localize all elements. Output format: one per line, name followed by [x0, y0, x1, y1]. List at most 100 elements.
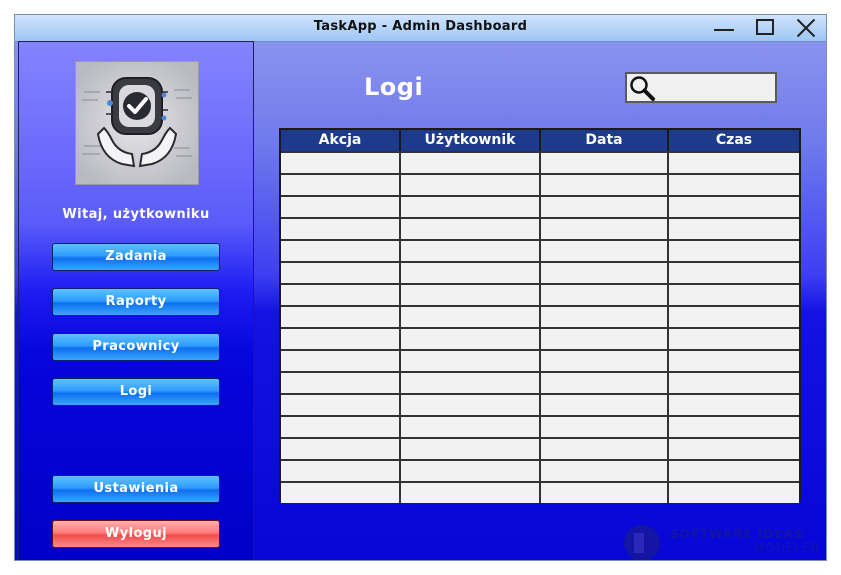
table-cell[interactable]	[281, 263, 401, 283]
table-cell[interactable]	[281, 197, 401, 217]
column-header[interactable]: Czas	[669, 130, 799, 151]
watermark-text: MODELER	[754, 541, 821, 555]
table-cell[interactable]	[541, 439, 669, 459]
table-cell[interactable]	[281, 351, 401, 371]
table-cell[interactable]	[669, 417, 799, 437]
table-cell[interactable]	[669, 285, 799, 305]
table-row[interactable]	[281, 151, 799, 173]
table-cell[interactable]	[401, 153, 541, 173]
table-cell[interactable]	[281, 285, 401, 305]
table-row[interactable]	[281, 195, 799, 217]
table-cell[interactable]	[541, 373, 669, 393]
table-cell[interactable]	[401, 219, 541, 239]
nav-logs-button[interactable]: Logi	[52, 378, 220, 406]
table-cell[interactable]	[669, 439, 799, 459]
table-cell[interactable]	[541, 461, 669, 481]
table-cell[interactable]	[281, 153, 401, 173]
app-logo	[75, 61, 199, 185]
sidebar: Witaj, użytkowniku Zadania Raporty Praco…	[18, 41, 254, 560]
table-cell[interactable]	[541, 395, 669, 415]
table-row[interactable]	[281, 481, 799, 503]
table-cell[interactable]	[541, 483, 669, 503]
search-input[interactable]	[625, 72, 777, 103]
table-cell[interactable]	[401, 351, 541, 371]
table-cell[interactable]	[541, 329, 669, 349]
table-cell[interactable]	[541, 285, 669, 305]
table-cell[interactable]	[669, 483, 799, 503]
table-cell[interactable]	[669, 461, 799, 481]
table-row[interactable]	[281, 217, 799, 239]
table-cell[interactable]	[401, 417, 541, 437]
table-cell[interactable]	[669, 263, 799, 283]
table-cell[interactable]	[401, 329, 541, 349]
table-header: Akcja Użytkownik Data Czas	[281, 130, 799, 151]
table-cell[interactable]	[541, 241, 669, 261]
table-row[interactable]	[281, 327, 799, 349]
table-cell[interactable]	[281, 329, 401, 349]
table-cell[interactable]	[401, 263, 541, 283]
maximize-button[interactable]	[753, 17, 779, 39]
table-cell[interactable]	[401, 461, 541, 481]
table-row[interactable]	[281, 349, 799, 371]
table-cell[interactable]	[281, 439, 401, 459]
table-cell[interactable]	[541, 175, 669, 195]
table-cell[interactable]	[541, 153, 669, 173]
settings-button[interactable]: Ustawienia	[52, 475, 220, 503]
table-cell[interactable]	[281, 483, 401, 503]
minimize-button[interactable]	[711, 17, 737, 39]
table-cell[interactable]	[669, 373, 799, 393]
table-cell[interactable]	[401, 285, 541, 305]
table-cell[interactable]	[401, 483, 541, 503]
nav-tasks-button[interactable]: Zadania	[52, 243, 220, 271]
table-row[interactable]	[281, 371, 799, 393]
table-cell[interactable]	[541, 263, 669, 283]
table-cell[interactable]	[669, 329, 799, 349]
table-cell[interactable]	[669, 175, 799, 195]
table-row[interactable]	[281, 239, 799, 261]
column-header[interactable]: Użytkownik	[401, 130, 541, 151]
table-cell[interactable]	[669, 307, 799, 327]
table-row[interactable]	[281, 459, 799, 481]
table-cell[interactable]	[401, 307, 541, 327]
table-cell[interactable]	[281, 219, 401, 239]
table-cell[interactable]	[281, 175, 401, 195]
table-cell[interactable]	[541, 219, 669, 239]
table-row[interactable]	[281, 283, 799, 305]
table-cell[interactable]	[669, 395, 799, 415]
table-cell[interactable]	[281, 241, 401, 261]
table-cell[interactable]	[281, 395, 401, 415]
nav-reports-button[interactable]: Raporty	[52, 288, 220, 316]
table-cell[interactable]	[401, 175, 541, 195]
table-cell[interactable]	[401, 395, 541, 415]
table-row[interactable]	[281, 393, 799, 415]
table-row[interactable]	[281, 437, 799, 459]
table-cell[interactable]	[669, 241, 799, 261]
table-cell[interactable]	[669, 197, 799, 217]
watermark-logo-icon	[624, 525, 660, 560]
table-row[interactable]	[281, 173, 799, 195]
table-row[interactable]	[281, 261, 799, 283]
table-cell[interactable]	[281, 417, 401, 437]
close-button[interactable]	[793, 17, 819, 39]
table-cell[interactable]	[541, 417, 669, 437]
table-cell[interactable]	[401, 197, 541, 217]
welcome-text: Witaj, użytkowniku	[62, 207, 210, 222]
table-row[interactable]	[281, 305, 799, 327]
table-cell[interactable]	[541, 197, 669, 217]
table-cell[interactable]	[401, 241, 541, 261]
table-cell[interactable]	[669, 351, 799, 371]
column-header[interactable]: Data	[541, 130, 669, 151]
table-cell[interactable]	[401, 373, 541, 393]
table-cell[interactable]	[401, 439, 541, 459]
table-cell[interactable]	[281, 307, 401, 327]
table-cell[interactable]	[669, 219, 799, 239]
table-cell[interactable]	[281, 461, 401, 481]
table-cell[interactable]	[541, 351, 669, 371]
table-cell[interactable]	[669, 153, 799, 173]
logout-button[interactable]: Wyloguj	[52, 520, 220, 548]
table-row[interactable]	[281, 415, 799, 437]
nav-employees-button[interactable]: Pracownicy	[52, 333, 220, 361]
column-header[interactable]: Akcja	[281, 130, 401, 151]
table-cell[interactable]	[541, 307, 669, 327]
table-cell[interactable]	[281, 373, 401, 393]
